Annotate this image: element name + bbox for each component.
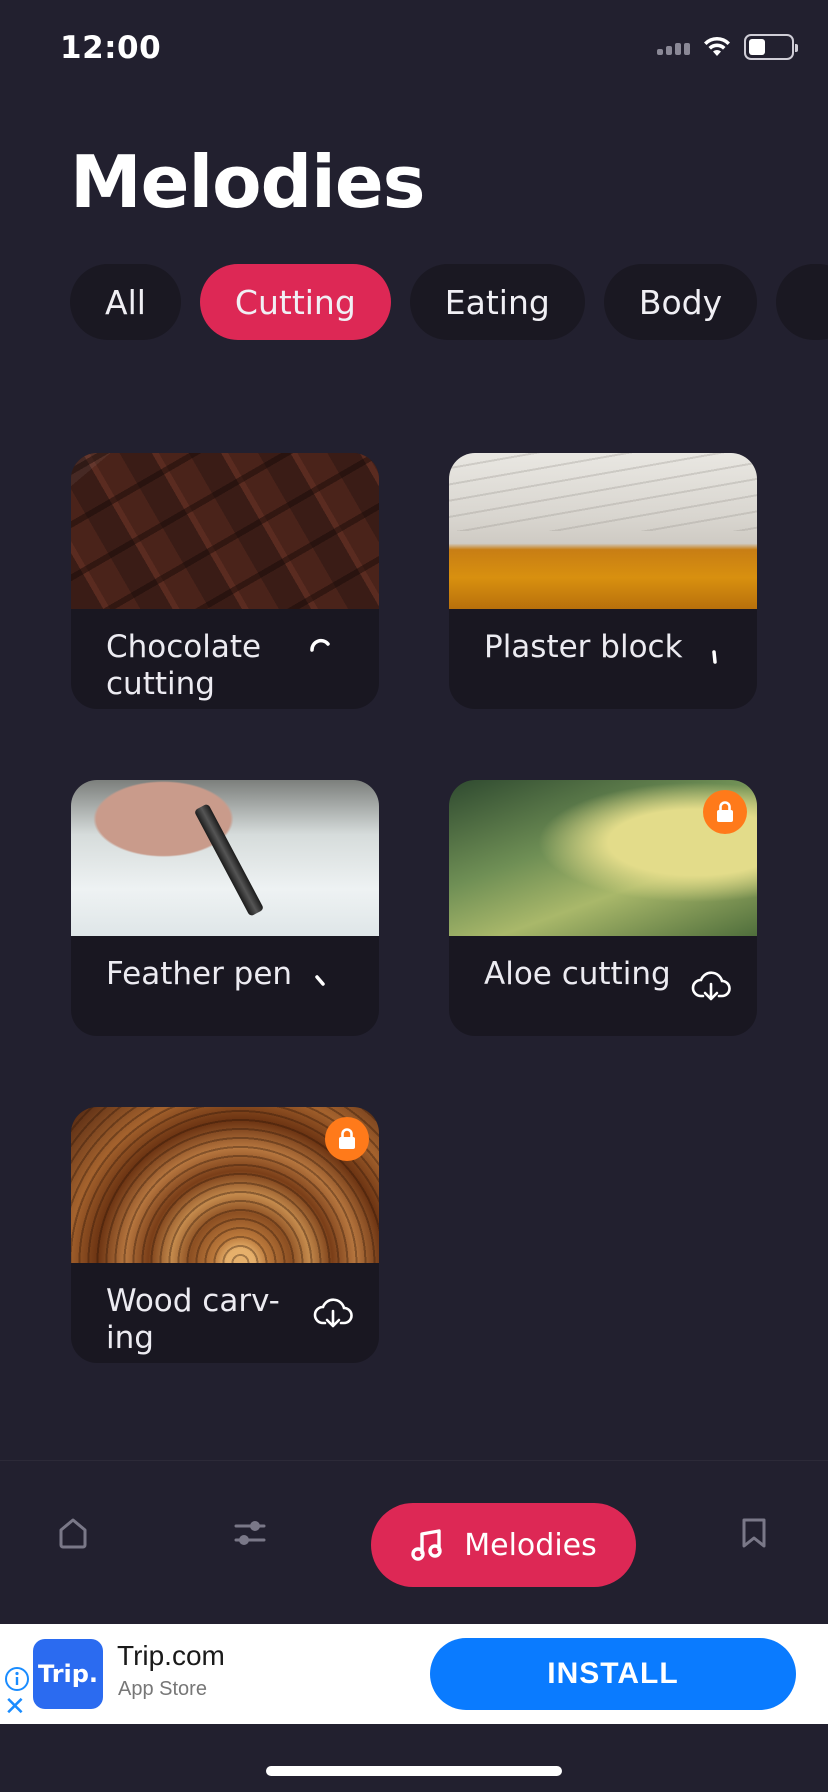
- trip-logo: Trip.: [33, 1639, 103, 1709]
- melody-card-wood-carving[interactable]: Wood carv-ing: [71, 1107, 379, 1363]
- sliders-icon: [234, 1521, 266, 1545]
- plaster-image: [449, 453, 757, 609]
- close-icon[interactable]: ✕: [4, 1694, 26, 1720]
- wifi-icon: [704, 36, 730, 56]
- bottom-nav: Melodies: [0, 1460, 828, 1624]
- cloud-download-icon[interactable]: [691, 966, 731, 1006]
- melody-card-plaster-block[interactable]: Plaster block: [449, 453, 757, 709]
- aloe-image: [449, 780, 757, 936]
- status-icons: [657, 34, 798, 60]
- lock-icon: [325, 1117, 369, 1161]
- filter-chip-all[interactable]: All: [70, 264, 181, 340]
- card-title: Wood carv-ing: [106, 1283, 280, 1356]
- nav-bookmarks[interactable]: [724, 1503, 784, 1563]
- melody-card-feather-pen[interactable]: Feather pen: [71, 780, 379, 1036]
- ad-title: Trip.com: [117, 1640, 225, 1671]
- page-title: Melodies: [70, 140, 426, 224]
- feather-pen-image: [71, 780, 379, 936]
- bookmark-icon: [742, 1518, 766, 1548]
- filter-chip-cutting[interactable]: Cutting: [199, 264, 391, 340]
- loading-spinner-icon: [301, 958, 341, 998]
- home-indicator[interactable]: [266, 1766, 562, 1776]
- filter-chip-more[interactable]: [776, 264, 828, 340]
- wood-image: [71, 1107, 379, 1263]
- ad-subtitle: App Store: [118, 1678, 207, 1700]
- card-title: Chocolate cutting: [106, 629, 262, 702]
- card-title: Feather pen: [106, 956, 293, 992]
- loading-spinner-icon: [695, 637, 735, 677]
- nav-melodies-label: Melodies: [464, 1527, 597, 1563]
- card-title: Plaster block: [484, 629, 683, 665]
- home-icon: [59, 1518, 87, 1549]
- ad-banner[interactable]: ✕ Trip. Trip.com App Store INSTALL: [0, 1624, 828, 1724]
- nav-melodies[interactable]: Melodies: [371, 1503, 636, 1587]
- status-bar: 12:00: [0, 0, 828, 100]
- cellular-signal-icon: [657, 39, 690, 55]
- loading-spinner-icon: [301, 631, 341, 671]
- nav-home[interactable]: [43, 1503, 103, 1563]
- lock-icon: [703, 790, 747, 834]
- chocolate-image: [71, 453, 379, 609]
- filter-chip-body[interactable]: Body: [603, 264, 758, 340]
- status-time: 12:00: [60, 30, 162, 66]
- battery-icon: [744, 34, 798, 60]
- filter-chip-eating[interactable]: Eating: [409, 264, 585, 340]
- info-icon[interactable]: [4, 1666, 30, 1692]
- category-filter-bar: All Cutting Eating Body: [70, 264, 828, 340]
- install-button[interactable]: INSTALL: [430, 1638, 796, 1710]
- melody-card-aloe-cutting[interactable]: Aloe cutting: [449, 780, 757, 1036]
- card-title: Aloe cutting: [484, 956, 671, 992]
- nav-settings[interactable]: [220, 1503, 280, 1563]
- music-note-icon: [411, 1529, 442, 1561]
- cloud-download-icon[interactable]: [313, 1293, 353, 1333]
- melody-card-chocolate-cutting[interactable]: Chocolate cutting: [71, 453, 379, 709]
